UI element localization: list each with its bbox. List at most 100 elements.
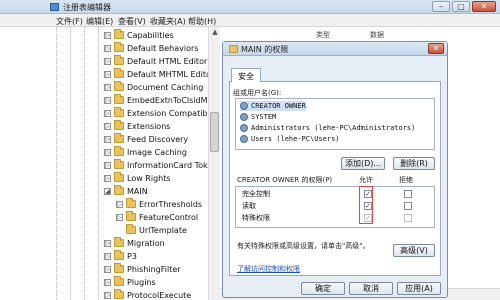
user-row-users[interactable]: Users (lehe-PC\Users) bbox=[240, 134, 340, 144]
tree-item[interactable]: ▷ Extensions bbox=[104, 120, 170, 132]
menu-help[interactable]: 帮助(H) bbox=[188, 16, 216, 27]
tree-item-main[interactable]: ◢ MAIN bbox=[104, 185, 148, 197]
remove-button[interactable]: 删除(R) bbox=[393, 157, 435, 170]
expand-arrow-icon[interactable]: ▷ bbox=[104, 57, 111, 65]
folder-icon bbox=[114, 94, 124, 104]
tree-item[interactable]: ▷ FeatureControl bbox=[116, 211, 198, 223]
deny-read-checkbox[interactable] bbox=[404, 202, 412, 210]
collapse-arrow-icon[interactable]: ◢ bbox=[104, 187, 111, 195]
deny-special-checkbox[interactable] bbox=[404, 214, 412, 222]
folder-icon bbox=[114, 159, 124, 169]
user-name: CREATOR OWNER bbox=[251, 102, 306, 110]
tree-item[interactable]: ▷ Image Caching bbox=[104, 146, 187, 158]
tree-item-label: Plugins bbox=[127, 277, 156, 287]
window-title: 注册表编辑器 bbox=[63, 3, 111, 12]
tab-security[interactable]: 安全 bbox=[231, 68, 261, 82]
tree-item-label: Extensions bbox=[127, 121, 171, 131]
tree-item[interactable]: ▷ Default HTML Editor bbox=[104, 55, 207, 67]
expand-arrow-icon[interactable]: ▷ bbox=[104, 70, 111, 78]
tree-guide-line bbox=[70, 27, 71, 300]
menu-favorites[interactable]: 收藏夹(A) bbox=[150, 16, 186, 27]
deny-full-control-checkbox[interactable] bbox=[404, 190, 412, 198]
expand-arrow-icon[interactable]: ▷ bbox=[104, 291, 111, 299]
advanced-button[interactable]: 高级(V) bbox=[393, 244, 435, 257]
tree-item-label: Low Rights bbox=[127, 173, 171, 183]
scroll-thumb[interactable] bbox=[210, 112, 219, 152]
apply-button[interactable]: 应用(A) bbox=[397, 282, 441, 295]
folder-icon bbox=[114, 263, 124, 273]
tree-item[interactable]: ▷ ErrorThresholds bbox=[116, 198, 202, 210]
menu-view[interactable]: 查看(V) bbox=[118, 16, 146, 27]
tree-item[interactable]: ▷ PhishingFilter bbox=[104, 263, 181, 275]
user-name: Administrators (lehe-PC\Administrators) bbox=[251, 124, 416, 132]
tree-item[interactable]: ▷ Capabilities bbox=[104, 29, 174, 41]
column-header-type[interactable]: 类型 bbox=[316, 30, 330, 40]
tree-item[interactable]: ▷ P3 bbox=[104, 250, 137, 262]
expand-arrow-icon[interactable]: ▷ bbox=[104, 31, 111, 39]
ok-button[interactable]: 确定 bbox=[301, 282, 345, 295]
add-button[interactable]: 添加(D)... bbox=[341, 157, 385, 170]
expand-arrow-icon[interactable]: ▷ bbox=[104, 83, 111, 91]
expand-arrow-icon[interactable]: ▷ bbox=[104, 109, 111, 117]
expand-arrow-icon[interactable]: ▷ bbox=[104, 122, 111, 130]
tree-item[interactable]: ▷ Default MHTML Editor bbox=[104, 68, 214, 80]
tree-guide-line bbox=[98, 27, 99, 300]
highlight-box bbox=[359, 186, 373, 224]
dialog-title: MAIN 的权限 bbox=[241, 45, 289, 54]
tree-scrollbar[interactable]: ▲ bbox=[208, 27, 220, 300]
expand-arrow-icon[interactable]: ▷ bbox=[104, 161, 111, 169]
expand-arrow-icon[interactable]: ▷ bbox=[104, 96, 111, 104]
tree-item-label: MAIN bbox=[127, 186, 148, 196]
expand-arrow-icon[interactable]: ▷ bbox=[116, 200, 123, 208]
scroll-up-icon[interactable]: ▲ bbox=[210, 28, 220, 38]
access-control-link[interactable]: 了解访问控制和权限 bbox=[237, 264, 300, 274]
expand-arrow-icon[interactable]: ▷ bbox=[104, 239, 111, 247]
expand-arrow-icon[interactable]: ▷ bbox=[104, 44, 111, 52]
user-group-icon bbox=[240, 102, 248, 110]
tree-item[interactable]: ▷ Feed Discovery bbox=[104, 133, 188, 145]
expand-arrow-icon[interactable]: ▷ bbox=[104, 278, 111, 286]
tree-item[interactable]: ▷ EmbedExtnToClsidMap bbox=[104, 94, 218, 106]
menu-edit[interactable]: 编辑(E) bbox=[86, 16, 113, 27]
folder-icon bbox=[114, 55, 124, 65]
folder-icon bbox=[126, 211, 136, 221]
user-name: Users (lehe-PC\Users) bbox=[251, 135, 340, 143]
tree-item-label: Capabilities bbox=[127, 30, 174, 40]
tree-item[interactable]: ▷ ProtocolExecute bbox=[104, 289, 191, 300]
expand-arrow-icon[interactable]: ▷ bbox=[104, 148, 111, 156]
user-row-creator-owner[interactable]: CREATOR OWNER bbox=[240, 101, 306, 111]
folder-icon bbox=[114, 120, 124, 130]
permission-name: 读取 bbox=[242, 202, 256, 210]
tree-item-label: Extension Compatibilit bbox=[127, 108, 218, 118]
expand-arrow-icon[interactable]: ▷ bbox=[116, 213, 123, 221]
tree-item[interactable]: ▷ Low Rights bbox=[104, 172, 171, 184]
folder-icon bbox=[114, 133, 124, 143]
tree-item[interactable]: ▷ Extension Compatibilit bbox=[104, 107, 217, 119]
folder-icon bbox=[114, 237, 124, 247]
folder-icon bbox=[229, 45, 238, 53]
expand-arrow-icon[interactable]: ▷ bbox=[104, 265, 111, 273]
dialog-close-button[interactable]: ✕ bbox=[428, 43, 444, 54]
tree-item[interactable]: ▷ Default Behaviors bbox=[104, 42, 198, 54]
column-header-data[interactable]: 数据 bbox=[370, 30, 384, 40]
expand-arrow-icon[interactable]: ▷ bbox=[104, 135, 111, 143]
cancel-button[interactable]: 取消 bbox=[349, 282, 393, 295]
menu-file[interactable]: 文件(F) bbox=[56, 16, 83, 27]
user-row-administrators[interactable]: Administrators (lehe-PC\Administrators) bbox=[240, 123, 415, 133]
tree-item[interactable]: ▷ Plugins bbox=[104, 276, 156, 288]
user-row-system[interactable]: SYSTEM bbox=[240, 112, 276, 122]
tree-item[interactable]: ▷ InformationCard Toker bbox=[104, 159, 216, 171]
minimize-button[interactable]: – bbox=[432, 1, 450, 12]
tree-item[interactable]: UrlTemplate bbox=[116, 224, 187, 236]
group-or-user-label: 组或用户名(G): bbox=[233, 89, 282, 97]
maximize-button[interactable]: □ bbox=[452, 1, 470, 12]
users-list[interactable]: CREATOR OWNER SYSTEM Administrators (leh… bbox=[235, 98, 435, 150]
tree-guide-line bbox=[56, 27, 57, 300]
dialog-title-bar: MAIN 的权限 ✕ bbox=[223, 42, 447, 56]
folder-icon bbox=[114, 250, 124, 260]
tree-item[interactable]: ▷ Migration bbox=[104, 237, 165, 249]
expand-arrow-icon[interactable]: ▷ bbox=[104, 252, 111, 260]
tree-item[interactable]: ▷ Document Caching bbox=[104, 81, 203, 93]
close-button[interactable]: ✕ bbox=[472, 1, 496, 12]
expand-arrow-icon[interactable]: ▷ bbox=[104, 174, 111, 182]
